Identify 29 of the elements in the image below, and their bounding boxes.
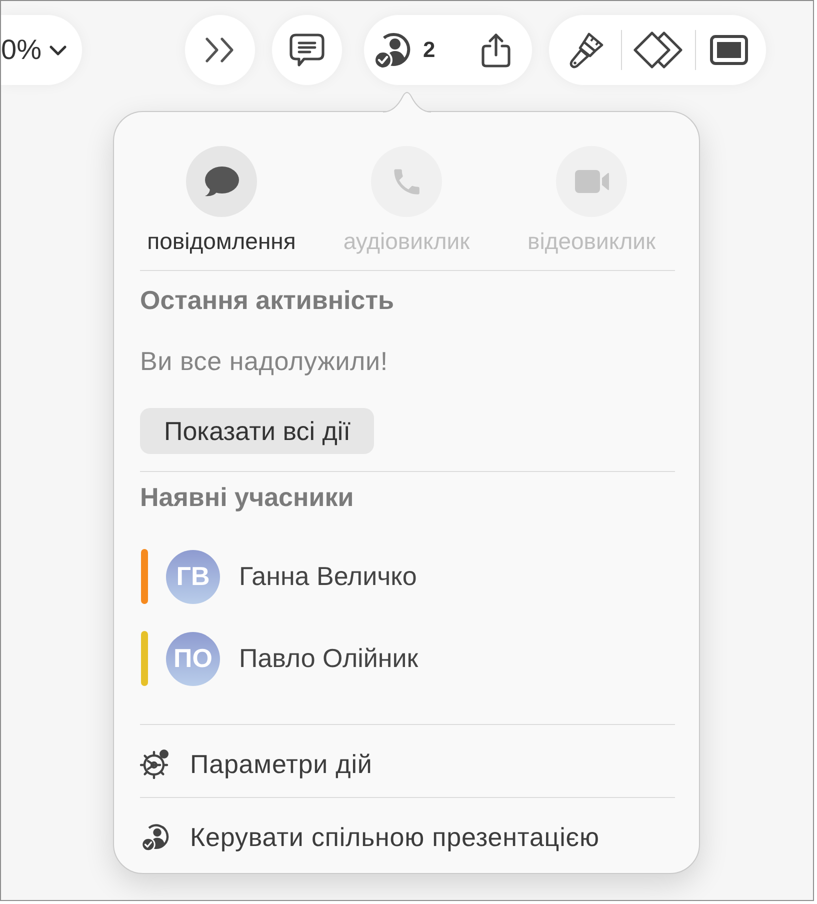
menu-item[interactable]: Керувати спільною презентацією — [140, 822, 600, 852]
share-button[interactable] — [481, 32, 512, 68]
section-heading: Наявні учасники — [140, 482, 354, 512]
video-camera-icon — [556, 146, 627, 217]
overlapping-diamonds-icon — [633, 31, 683, 69]
framed-rectangle-icon — [710, 35, 748, 65]
comment-icon — [289, 33, 325, 67]
chevron-down-icon — [49, 44, 68, 56]
initials-avatar: ГВ — [166, 550, 220, 604]
section-heading: Остання активність — [140, 285, 394, 315]
document-button[interactable] — [710, 35, 748, 65]
zoom-menu-button[interactable]: 0% — [1, 15, 82, 85]
gear-icon — [140, 749, 170, 779]
collaboration-icon — [140, 822, 170, 852]
double-chevron-icon — [204, 36, 236, 64]
animate-button[interactable] — [633, 31, 683, 69]
status-message: Ви все надолужили! — [140, 346, 388, 376]
paintbrush-icon — [569, 31, 605, 69]
collaborate-button[interactable]: 2 — [372, 30, 436, 70]
show-all-button[interactable]: Показати всі дії — [140, 408, 374, 454]
participant-name: Павло Олійник — [239, 643, 418, 674]
message-button[interactable]: повідомлення — [129, 146, 314, 255]
menu-item[interactable]: Параметри дій — [140, 748, 372, 780]
share-icon — [481, 32, 512, 68]
phone-icon — [371, 146, 442, 217]
participant-name: Ганна Величко — [239, 561, 417, 592]
initials-avatar: ПО — [166, 632, 220, 686]
format-button[interactable] — [569, 31, 605, 69]
speech-bubble-icon — [186, 146, 257, 217]
